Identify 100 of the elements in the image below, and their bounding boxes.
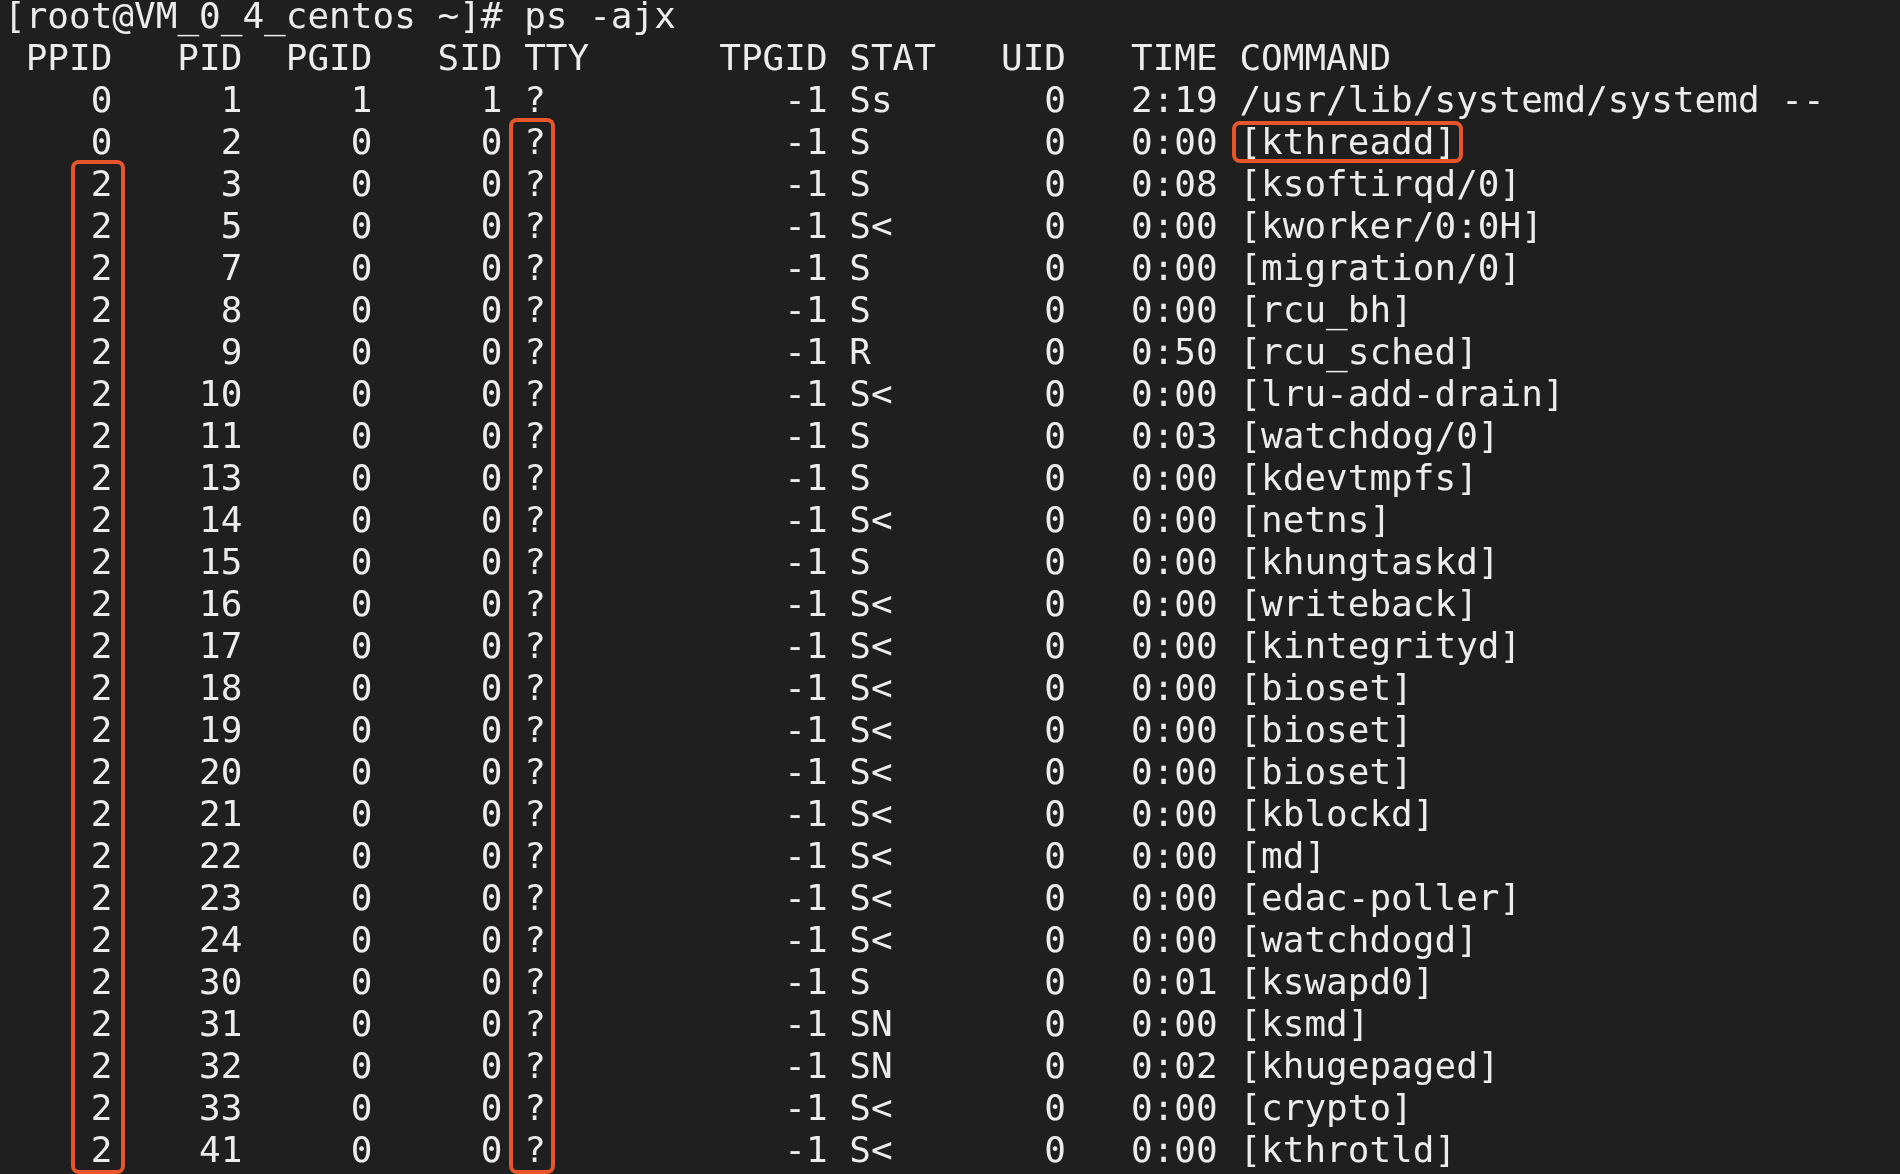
table-cell-text: 2 xyxy=(89,373,113,415)
table-cell-text: 0 xyxy=(479,793,503,835)
table-cell-text: 0 xyxy=(349,1087,373,1129)
table-cell-text: ? xyxy=(524,793,547,835)
table-cell-text: 0 xyxy=(349,373,373,415)
table-cell-text: 0:02 xyxy=(1130,1045,1218,1087)
table-cell-text: -1 xyxy=(783,877,828,919)
table-cell-text: 0:00 xyxy=(1130,835,1218,877)
table-cell-text: ? xyxy=(524,415,547,457)
column-header: COMMAND xyxy=(1239,37,1392,79)
table-cell-text: 2 xyxy=(89,415,113,457)
table-cell-text: 0 xyxy=(479,667,503,709)
table-cell-text: -1 xyxy=(783,751,828,793)
table-cell-text: 0 xyxy=(479,1129,503,1171)
table-cell-text: 0 xyxy=(1043,331,1066,373)
table-cell-text: S< xyxy=(849,667,894,709)
table-cell-text: 0 xyxy=(89,121,113,163)
table-cell-text: -1 xyxy=(783,1045,828,1087)
column-header: SID xyxy=(436,37,503,79)
table-cell-text: 0 xyxy=(349,121,373,163)
table-cell-text: 14 xyxy=(198,499,243,541)
table-cell-text: -1 xyxy=(783,373,828,415)
table-cell: [bioset] xyxy=(1239,667,1413,709)
table-cell-text: 2 xyxy=(89,331,113,373)
table-cell-text: 10 xyxy=(198,373,243,415)
table-cell-text: ? xyxy=(524,1087,547,1129)
table-cell: [crypto] xyxy=(1239,1087,1413,1129)
table-cell-text: 0 xyxy=(349,541,373,583)
table-cell-text: 0 xyxy=(479,751,503,793)
table-cell: [migration/0] xyxy=(1239,247,1522,289)
table-cell-text: S xyxy=(849,289,872,331)
table-cell-text: 0 xyxy=(1043,583,1066,625)
table-cell-text: 0 xyxy=(349,751,373,793)
command-prompt: [root@VM_0_4_centos ~]# ps -ajx xyxy=(4,0,676,37)
table-cell-text: 0 xyxy=(349,331,373,373)
table-cell-text: ? xyxy=(524,1129,547,1171)
table-cell-text: 2 xyxy=(89,961,113,1003)
column-header: TTY xyxy=(524,37,591,79)
table-cell-text: 0 xyxy=(1043,415,1066,457)
table-cell-text: S< xyxy=(849,919,894,961)
column-header: TIME xyxy=(1130,37,1218,79)
table-cell-text: 2 xyxy=(89,541,113,583)
table-cell-text: S< xyxy=(849,373,894,415)
table-cell-text: 2 xyxy=(89,751,113,793)
table-cell-text: 0 xyxy=(1043,499,1066,541)
table-cell-text: 0 xyxy=(1043,793,1066,835)
table-cell-text: -1 xyxy=(783,457,828,499)
column-header: UID xyxy=(999,37,1066,79)
table-cell-text: ? xyxy=(524,205,547,247)
table-cell-text: ? xyxy=(524,247,547,289)
column-header: PID xyxy=(176,37,243,79)
table-cell-text: 0 xyxy=(1043,121,1066,163)
table-cell-text: ? xyxy=(524,121,547,163)
table-cell-text: 2 xyxy=(89,289,113,331)
table-cell: [khungtaskd] xyxy=(1239,541,1500,583)
table-cell-text: S< xyxy=(849,205,894,247)
table-cell-text: 0 xyxy=(1043,709,1066,751)
table-cell-text: 41 xyxy=(198,1129,243,1171)
table-cell-text: ? xyxy=(524,1045,547,1087)
table-cell-text: 2 xyxy=(89,1003,113,1045)
table-cell-text: 0:00 xyxy=(1130,1003,1218,1045)
table-cell-text: 9 xyxy=(219,331,243,373)
table-cell-text: -1 xyxy=(783,331,828,373)
table-cell-text: 0 xyxy=(1043,667,1066,709)
table-cell-text: Ss xyxy=(849,79,894,121)
table-cell: [kworker/0:0H] xyxy=(1239,205,1543,247)
table-cell-text: 0 xyxy=(1043,961,1066,1003)
table-cell-text: S< xyxy=(849,625,894,667)
table-cell: [kdevtmpfs] xyxy=(1239,457,1478,499)
table-cell-text: 11 xyxy=(198,415,243,457)
table-cell: [bioset] xyxy=(1239,709,1413,751)
table-cell-text: 0 xyxy=(479,499,503,541)
table-cell-text: 0 xyxy=(479,583,503,625)
table-cell: [kswapd0] xyxy=(1239,961,1435,1003)
table-cell-text: 0:00 xyxy=(1130,793,1218,835)
table-cell-text: 0 xyxy=(349,163,373,205)
table-cell: [kthrotld] xyxy=(1239,1129,1457,1171)
table-cell-text: 0 xyxy=(1043,163,1066,205)
table-cell-text: 0 xyxy=(479,709,503,751)
table-cell-text: 0 xyxy=(1043,289,1066,331)
table-cell-text: S< xyxy=(849,709,894,751)
table-cell-text: 2 xyxy=(89,1045,113,1087)
table-cell-text: 2 xyxy=(89,1087,113,1129)
table-cell-text: 0 xyxy=(1043,1045,1066,1087)
table-cell-text: 0 xyxy=(479,163,503,205)
table-cell-text: 0 xyxy=(1043,625,1066,667)
table-cell-text: -1 xyxy=(783,205,828,247)
table-cell-text: 0:00 xyxy=(1130,373,1218,415)
table-cell-text: 2 xyxy=(219,121,243,163)
table-cell: [edac-poller] xyxy=(1239,877,1522,919)
table-cell-text: 0 xyxy=(1043,835,1066,877)
table-cell-text: S xyxy=(849,457,872,499)
table-cell: [rcu_sched] xyxy=(1239,331,1478,373)
table-cell-text: 24 xyxy=(198,919,243,961)
column-header: STAT xyxy=(849,37,936,79)
table-cell-text: 2 xyxy=(89,919,113,961)
table-cell-text: 0 xyxy=(479,919,503,961)
table-cell-text: 1 xyxy=(479,79,503,121)
table-cell-text: ? xyxy=(524,835,547,877)
table-cell-text: 0 xyxy=(89,79,113,121)
